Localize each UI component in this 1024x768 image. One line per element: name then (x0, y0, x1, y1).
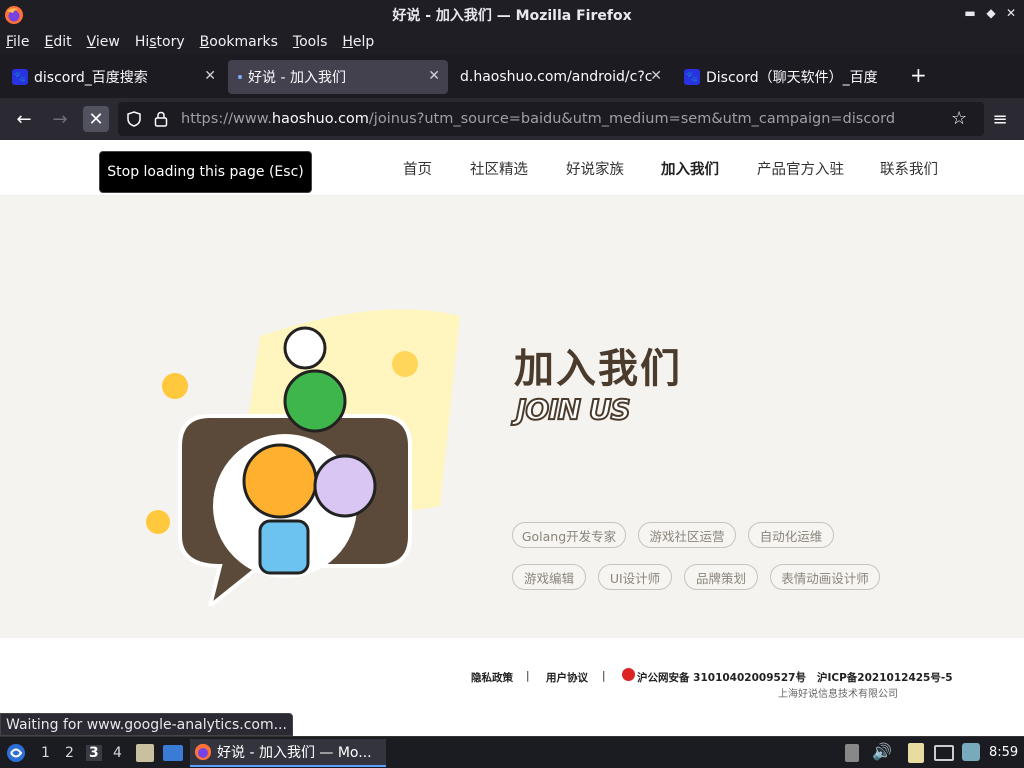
site-nav-community[interactable]: 社区精选 (470, 158, 528, 179)
agreement-link[interactable]: 用户协议 (546, 670, 588, 685)
url-text: https://www.haoshuo.com/joinus?utm_sourc… (181, 111, 896, 127)
police-badge-icon (622, 668, 635, 681)
tab-haoshuo-joinus[interactable]: 好说 - 加入我们 ✕ (228, 60, 448, 94)
firefox-window: 好说 - 加入我们 — Mozilla Firefox ▬ ◆ ✕ File E… (0, 0, 1024, 768)
job-tag[interactable]: 游戏社区运营 (638, 522, 736, 548)
divider: | (526, 670, 530, 682)
maximize-icon[interactable]: ◆ (983, 6, 999, 20)
status-bar: Waiting for www.google-analytics.com... (0, 713, 293, 736)
privacy-link[interactable]: 隐私政策 (471, 670, 513, 685)
url-bar[interactable]: https://www.haoshuo.com/joinus?utm_sourc… (118, 102, 984, 136)
menu-view[interactable]: View (87, 34, 120, 50)
workspace-2[interactable]: 2 (65, 745, 74, 761)
upload-icon[interactable] (845, 744, 859, 762)
tab-haoshuo-android[interactable]: d.haoshuo.com/android/c?c ✕ (450, 60, 670, 94)
back-arrow-icon[interactable]: ← (11, 106, 37, 132)
divider: | (602, 670, 606, 682)
taskbar: 1 2 3 4 好说 - 加入我们 — Mo... 🔊 8:59 (0, 736, 1024, 768)
stop-loading-icon[interactable]: ✕ (83, 106, 109, 132)
menu-tools[interactable]: Tools (293, 34, 328, 50)
site-nav-home[interactable]: 首页 (403, 158, 432, 179)
file-manager-icon[interactable] (136, 744, 154, 762)
menu-history[interactable]: History (135, 34, 185, 50)
navigation-bar: ← → ✕ https://www.haoshuo.com/joinus?utm… (0, 98, 1024, 140)
web-page: 首页 社区精选 好说家族 加入我们 产品官方入驻 联系我们 加入我们 JOIN … (0, 140, 1024, 736)
company-name: 上海好说信息技术有限公司 (778, 689, 898, 700)
job-tag[interactable]: UI设计师 (598, 564, 672, 590)
taskbar-firefox-task[interactable]: 好说 - 加入我们 — Mo... (190, 739, 386, 767)
tab-bar: 🐾 discord_百度搜索 ✕ 好说 - 加入我们 ✕ d.haoshuo.c… (0, 56, 1024, 98)
hero-title: 加入我们 (514, 346, 682, 392)
title-bar: 好说 - 加入我们 — Mozilla Firefox ▬ ◆ ✕ (0, 0, 1024, 30)
mascot-illustration (146, 309, 460, 606)
shield-icon[interactable] (126, 111, 142, 127)
close-tab-icon[interactable]: ✕ (204, 68, 216, 84)
workspace-1[interactable]: 1 (41, 745, 50, 761)
job-tag[interactable]: 表情动画设计师 (770, 564, 880, 590)
hamburger-menu-icon[interactable]: ≡ (987, 106, 1013, 132)
loading-dot-icon (238, 75, 242, 79)
site-nav-joinus[interactable]: 加入我们 (661, 158, 719, 179)
job-tag[interactable]: 品牌策划 (684, 564, 758, 590)
site-nav-family[interactable]: 好说家族 (566, 158, 624, 179)
minimize-icon[interactable]: ▬ (962, 6, 978, 20)
job-tag[interactable]: 游戏编辑 (512, 564, 586, 590)
tab-label: discord_百度搜索 (34, 70, 148, 86)
menu-bar: File Edit View History Bookmarks Tools H… (0, 30, 1024, 54)
tab-label: d.haoshuo.com/android/c?c (460, 69, 653, 85)
volume-icon[interactable]: 🔊 (872, 742, 892, 761)
tab-discord-search[interactable]: 🐾 discord_百度搜索 ✕ (2, 60, 224, 94)
notification-icon[interactable] (962, 743, 980, 761)
bookmark-star-icon[interactable]: ☆ (951, 108, 967, 129)
hero-subtitle: JOIN US (515, 392, 632, 427)
show-desktop-icon[interactable] (163, 745, 183, 761)
firefox-logo-icon (194, 743, 212, 761)
job-tag[interactable]: 自动化运维 (748, 522, 834, 548)
tab-label: Discord（聊天软件）_百度 (706, 70, 878, 86)
new-tab-icon[interactable]: + (910, 63, 927, 87)
task-label: 好说 - 加入我们 — Mo... (217, 745, 372, 761)
start-menu-icon[interactable] (6, 743, 26, 763)
stop-tooltip: Stop loading this page (Esc) (99, 151, 312, 193)
workspace-3[interactable]: 3 (86, 745, 102, 761)
menu-file[interactable]: File (6, 34, 29, 50)
workspace-4[interactable]: 4 (113, 745, 122, 761)
site-nav-contact[interactable]: 联系我们 (880, 158, 938, 179)
close-window-icon[interactable]: ✕ (1003, 6, 1019, 20)
baidu-paw-icon: 🐾 (684, 69, 700, 85)
icp-link[interactable]: 沪ICP备2021012425号-5 (817, 670, 953, 685)
police-record-link[interactable]: 沪公网安备 31010402009527号 (637, 670, 806, 685)
firefox-logo-icon (5, 6, 23, 24)
clock: 8:59 (989, 745, 1019, 760)
tab-discord-baike[interactable]: 🐾 Discord（聊天软件）_百度 (674, 60, 898, 94)
clipboard-icon[interactable] (908, 743, 924, 763)
job-tag[interactable]: Golang开发专家 (512, 522, 626, 548)
hero-section: 加入我们 JOIN US Golang开发专家 游戏社区运营 自动化运维 游戏编… (0, 196, 1024, 638)
baidu-paw-icon: 🐾 (12, 69, 28, 85)
tab-label: 好说 - 加入我们 (248, 70, 346, 86)
menu-help[interactable]: Help (342, 34, 374, 50)
close-tab-icon[interactable]: ✕ (650, 68, 662, 84)
site-nav-official[interactable]: 产品官方入驻 (757, 158, 844, 179)
lock-icon[interactable] (154, 111, 168, 127)
window-title: 好说 - 加入我们 — Mozilla Firefox (392, 8, 632, 24)
divider: | (797, 670, 801, 682)
close-tab-icon[interactable]: ✕ (428, 68, 440, 84)
menu-edit[interactable]: Edit (44, 34, 71, 50)
menu-bookmarks[interactable]: Bookmarks (200, 34, 278, 50)
network-icon[interactable] (934, 745, 954, 761)
forward-arrow-icon[interactable]: → (47, 106, 73, 132)
